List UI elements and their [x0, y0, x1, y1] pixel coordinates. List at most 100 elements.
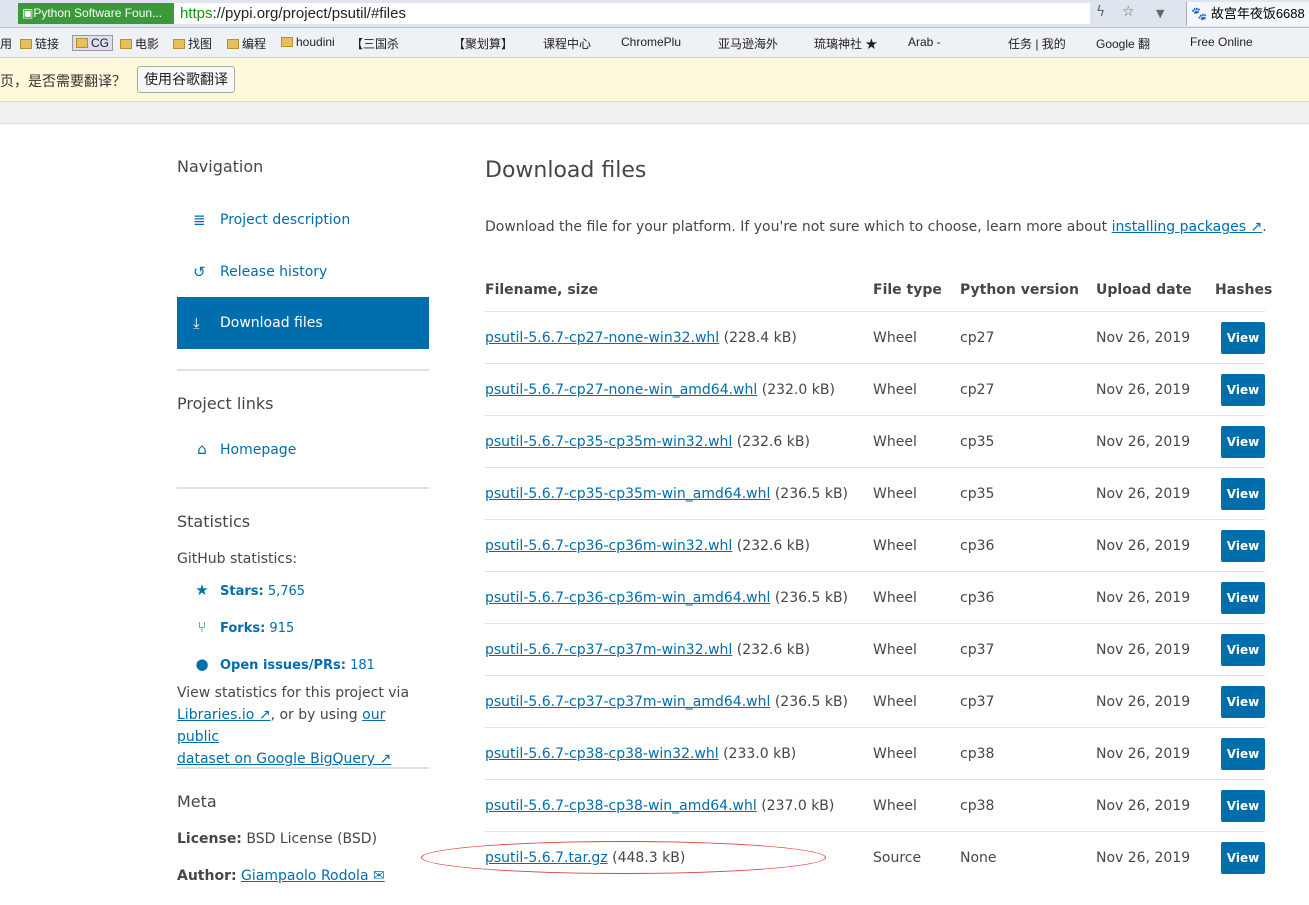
chevron-down-icon[interactable]: ▼ [1156, 7, 1164, 20]
license-info: License: BSD License (BSD) [177, 828, 429, 850]
author-email-link[interactable]: Giampaolo Rodola ✉ [241, 868, 385, 884]
filetype-cell: Wheel [873, 694, 917, 710]
upload-date-cell: Nov 26, 2019 [1096, 642, 1191, 658]
filetype-cell: Wheel [873, 642, 917, 658]
bookmark-folder[interactable]: 编程 [227, 35, 266, 52]
translate-button[interactable]: 使用谷歌翻译 [137, 66, 235, 93]
lightning-icon[interactable]: ϟ [1096, 4, 1105, 20]
history-icon: ↺ [193, 263, 206, 281]
download-icon: ⤓ [193, 314, 200, 332]
file-size: (228.4 kB) [723, 330, 797, 346]
bookmark-folder[interactable]: CG [72, 35, 113, 51]
nav-release-history[interactable]: ↺ Release history [177, 246, 429, 298]
file-download-link[interactable]: psutil-5.6.7-cp27-none-win32.whl [485, 330, 719, 346]
bookmark-item[interactable]: Google 翻 [1096, 35, 1150, 52]
table-row: psutil-5.6.7-cp37-cp37m-win32.whl (232.6… [485, 623, 1265, 675]
divider [177, 369, 429, 371]
libraries-io-link[interactable]: Libraries.io ↗ [177, 707, 271, 723]
star-icon[interactable]: ☆ [1122, 4, 1135, 20]
divider [177, 487, 429, 489]
file-download-link[interactable]: psutil-5.6.7-cp37-cp37m-win32.whl [485, 642, 732, 658]
file-download-link[interactable]: psutil-5.6.7-cp27-none-win_amd64.whl [485, 382, 757, 398]
file-size: (236.5 kB) [774, 486, 849, 502]
folder-icon [20, 39, 32, 49]
file-download-link[interactable]: psutil-5.6.7-cp38-cp38-win32.whl [485, 746, 719, 762]
pyversion-cell: cp38 [960, 746, 995, 762]
file-size: (236.5 kB) [774, 590, 849, 606]
filename-cell: psutil-5.6.7-cp35-cp35m-win32.whl (232.6… [485, 434, 810, 450]
upload-date-cell: Nov 26, 2019 [1096, 850, 1191, 866]
project-links-heading: Project links [177, 394, 274, 413]
url-protocol: https [180, 5, 213, 22]
stars-stat[interactable]: ★ Stars: 5,765 [193, 581, 305, 599]
view-hashes-button[interactable]: View [1221, 842, 1265, 874]
bookmark-item[interactable]: Free Online [1190, 35, 1253, 49]
bookmark-folder[interactable]: 链接 [20, 35, 59, 52]
envelope-icon: ✉ [372, 868, 385, 884]
issues-value: 181 [350, 658, 375, 673]
intro-text: Download the file for your platform. If … [485, 219, 1267, 235]
page-top-strip [0, 102, 1309, 124]
view-hashes-button[interactable]: View [1221, 634, 1265, 666]
upload-date-cell: Nov 26, 2019 [1096, 486, 1191, 502]
issues-stat[interactable]: ● Open issues/PRs: 181 [193, 655, 375, 673]
filetype-cell: Wheel [873, 798, 917, 814]
bookmark-item[interactable]: Arab - [908, 35, 941, 49]
forks-stat[interactable]: ⑂ Forks: 915 [193, 618, 294, 636]
nav-download-files[interactable]: ⤓ Download files [177, 297, 429, 349]
view-hashes-button[interactable]: View [1221, 738, 1265, 770]
table-row: psutil-5.6.7-cp27-none-win_amd64.whl (23… [485, 363, 1265, 415]
filename-cell: psutil-5.6.7-cp36-cp36m-win32.whl (232.6… [485, 538, 810, 554]
meta-heading: Meta [177, 792, 217, 811]
file-download-link[interactable]: psutil-5.6.7-cp35-cp35m-win32.whl [485, 434, 732, 450]
bookmark-folder[interactable]: 找图 [173, 35, 212, 52]
star-icon: ★ [195, 581, 209, 599]
installing-packages-link[interactable]: installing packages ↗ [1112, 219, 1263, 235]
pyversion-cell: cp27 [960, 382, 995, 398]
view-hashes-button[interactable]: View [1221, 426, 1265, 458]
forks-value: 915 [269, 621, 295, 636]
view-hashes-button[interactable]: View [1221, 686, 1265, 718]
pyversion-cell: cp27 [960, 330, 995, 346]
pyversion-cell: cp37 [960, 642, 995, 658]
bookmark-item[interactable]: 用 [0, 35, 12, 52]
file-download-link[interactable]: psutil-5.6.7-cp38-cp38-win_amd64.whl [485, 798, 757, 814]
translate-message: 页，是否需要翻译？ [0, 73, 126, 89]
table-row: psutil-5.6.7-cp35-cp35m-win_amd64.whl (2… [485, 467, 1265, 519]
nav-project-description[interactable]: ≣ Project description [177, 194, 429, 246]
view-hashes-button[interactable]: View [1221, 790, 1265, 822]
bookmark-item[interactable]: 课程中心 [543, 35, 591, 52]
file-download-link[interactable]: psutil-5.6.7-cp36-cp36m-win_amd64.whl [485, 590, 770, 606]
col-header-hashes: Hashes [1215, 282, 1273, 298]
site-identity-badge[interactable]: ▣Python Software Foun... [18, 3, 174, 24]
browser-tab[interactable]: 🐾 故宫年夜饭6688 [1186, 2, 1309, 26]
bookmark-item[interactable]: 琉璃神社 ★ [814, 35, 877, 52]
file-download-link[interactable]: psutil-5.6.7-cp35-cp35m-win_amd64.whl [485, 486, 770, 502]
pyversion-cell: None [960, 850, 997, 866]
bookmark-item[interactable]: ChromePlu [621, 35, 681, 49]
bookmark-item[interactable]: 亚马逊海外 [718, 35, 778, 52]
file-download-link[interactable]: psutil-5.6.7-cp37-cp37m-win_amd64.whl [485, 694, 770, 710]
view-hashes-button[interactable]: View [1221, 478, 1265, 510]
view-hashes-button[interactable]: View [1221, 374, 1265, 406]
bigquery-link[interactable]: dataset on Google BigQuery ↗ [177, 751, 391, 767]
folder-icon [227, 39, 239, 49]
view-hashes-button[interactable]: View [1221, 530, 1265, 562]
bookmark-item[interactable]: 【聚划算】 [453, 35, 513, 52]
view-hashes-button[interactable]: View [1221, 582, 1265, 614]
external-link-icon: ↗ [1250, 219, 1263, 235]
file-download-link[interactable]: psutil-5.6.7-cp36-cp36m-win32.whl [485, 538, 732, 554]
url-field[interactable]: https://pypi.org/project/psutil/#files [174, 3, 1090, 24]
file-size: (237.0 kB) [761, 798, 835, 814]
bookmark-folder[interactable]: houdini [281, 35, 335, 49]
file-size: (232.6 kB) [736, 538, 810, 554]
bookmark-folder[interactable]: 电影 [120, 35, 159, 52]
pyversion-cell: cp37 [960, 694, 995, 710]
issues-label: Open issues/PRs: [220, 658, 346, 673]
view-hashes-button[interactable]: View [1221, 322, 1265, 354]
col-header-upload: Upload date [1096, 282, 1192, 298]
bookmark-item[interactable]: 任务 | 我的 [1008, 35, 1066, 52]
bookmark-item[interactable]: 【三国杀 [351, 35, 399, 52]
bookmarks-bar: 用 链接 CG 电影 找图 编程 houdini 【三国杀 【聚划算】 课程中心… [0, 28, 1309, 58]
homepage-link[interactable]: ⌂ Homepage [193, 440, 296, 458]
